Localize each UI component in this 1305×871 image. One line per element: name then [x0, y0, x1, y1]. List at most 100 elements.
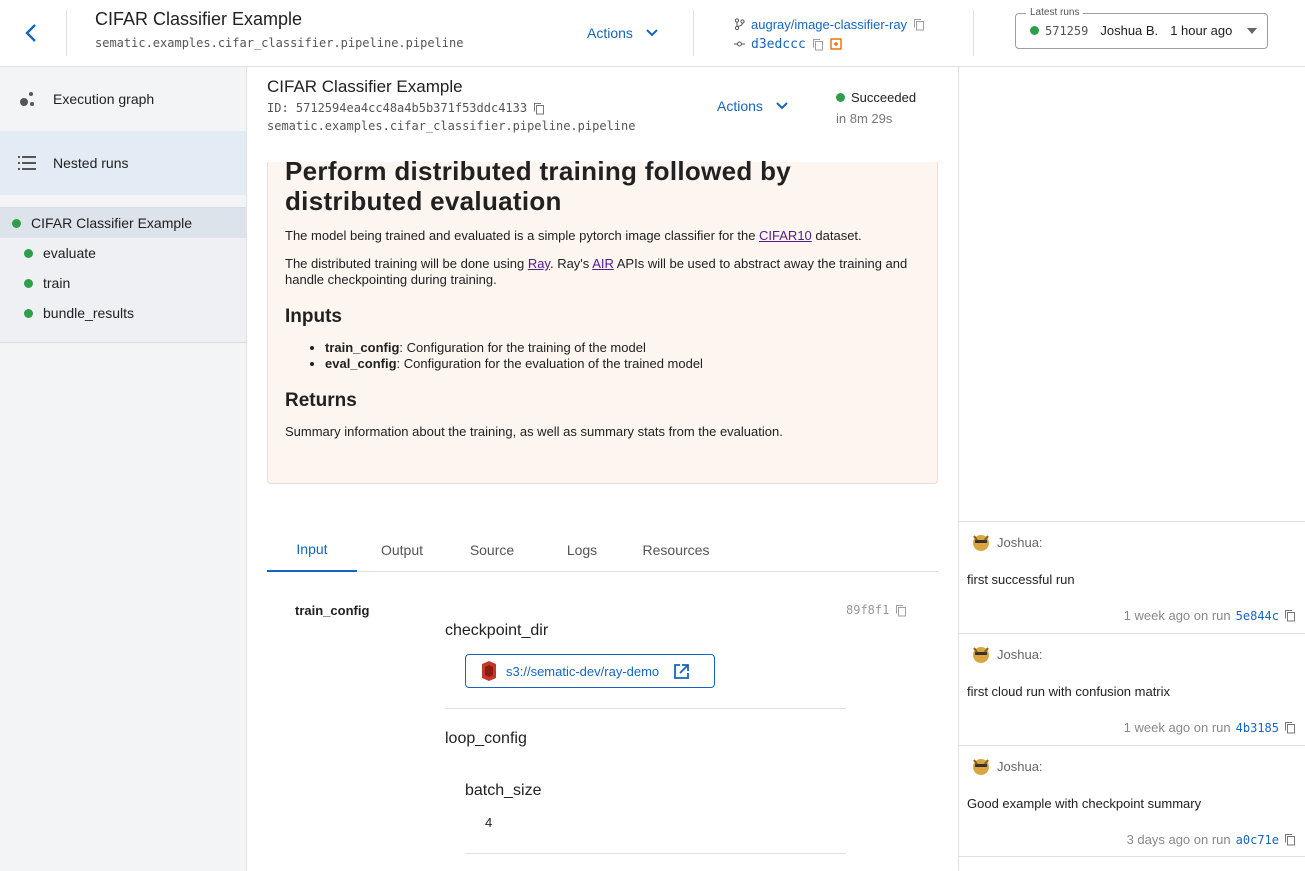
pipeline-title: CIFAR Classifier Example: [95, 9, 303, 29]
note-user: Joshua:: [997, 646, 1043, 662]
note-user: Joshua:: [997, 534, 1043, 550]
note-item: Joshua: first cloud run with confusion m…: [959, 633, 1305, 745]
returns-text: Summary information about the training, …: [285, 424, 783, 439]
air-link[interactable]: AIR: [592, 256, 614, 271]
run-id: ID: 5712594ea4cc48a4b5b371f53ddc4133: [267, 101, 635, 115]
tree-item-label: bundle_results: [43, 305, 135, 321]
divider: [693, 10, 694, 56]
note-time: 1 week ago on run: [1123, 720, 1231, 735]
tree-item-label: train: [43, 275, 71, 291]
list-icon: [0, 156, 53, 170]
success-status-icon: [24, 278, 33, 288]
returns-heading: Returns: [285, 390, 357, 411]
note-meta: 3 days ago on run a0c71e: [1127, 832, 1296, 847]
back-arrow-icon[interactable]: [18, 20, 44, 46]
input-hash: 89f8f1: [846, 603, 907, 617]
success-status-icon: [1030, 26, 1039, 35]
note-user: Joshua:: [997, 758, 1043, 774]
docstring-paragraph: The distributed training will be done us…: [285, 256, 920, 288]
top-header: CIFAR Classifier Example sematic.example…: [0, 0, 1305, 67]
divider: [465, 853, 846, 854]
git-commit-icon: [734, 39, 745, 49]
repo-link[interactable]: augray/image-classifier-ray: [751, 17, 907, 32]
tab-input[interactable]: Input: [267, 528, 357, 572]
note-run-link[interactable]: a0c71e: [1236, 833, 1279, 847]
ray-link[interactable]: Ray: [528, 256, 550, 271]
tab-logs[interactable]: Logs: [537, 528, 627, 572]
run-tabs: Input Output Source Logs Resources: [267, 528, 938, 572]
divider: [66, 10, 67, 56]
commit-link[interactable]: d3edccc: [751, 37, 806, 52]
header-actions-button[interactable]: Actions: [587, 25, 659, 41]
status-label: Succeeded: [851, 90, 917, 105]
docstring-paragraph: The model being trained and evaluated is…: [285, 228, 920, 244]
tree-item-root[interactable]: CIFAR Classifier Example: [0, 208, 246, 238]
dropdown-arrow-icon: [1247, 28, 1257, 34]
run-function-path: sematic.examples.cifar_classifier.pipeli…: [267, 119, 636, 133]
input-name: eval_config: [325, 356, 397, 371]
copy-icon[interactable]: [1284, 721, 1296, 734]
tree-item-train[interactable]: train: [24, 268, 70, 298]
chevron-down-icon: [775, 101, 789, 111]
note-run-link[interactable]: 4b3185: [1236, 721, 1279, 735]
run-header: CIFAR Classifier Example ID: 5712594ea4c…: [267, 77, 635, 133]
notes-panel: Joshua: first successful run 1 week ago …: [958, 67, 1305, 871]
inputs-list: train_config: Configuration for the trai…: [285, 340, 920, 372]
avatar: [971, 532, 991, 552]
tree-item-bundle-results[interactable]: bundle_results: [24, 298, 134, 328]
s3-location-link[interactable]: s3://sematic-dev/ray-demo: [465, 654, 715, 688]
copy-icon[interactable]: [1284, 609, 1296, 622]
checkpoint-dir-label: checkpoint_dir: [445, 622, 549, 639]
note-run-link[interactable]: 5e844c: [1236, 609, 1279, 623]
latest-run-id: 571259: [1045, 23, 1089, 38]
copy-icon[interactable]: [895, 604, 907, 617]
tree-item-label: evaluate: [43, 245, 96, 261]
sidebar-item-execution-graph[interactable]: Execution graph: [0, 67, 246, 131]
pipeline-path: sematic.examples.cifar_classifier.pipeli…: [95, 36, 464, 50]
batch-size-label: batch_size: [465, 782, 542, 799]
note-item: Joshua: Good example with checkpoint sum…: [959, 745, 1305, 857]
tab-resources[interactable]: Resources: [627, 528, 725, 572]
sidebar-item-nested-runs[interactable]: Nested runs: [0, 131, 246, 195]
git-info: augray/image-classifier-ray d3edccc: [734, 14, 925, 54]
tab-source[interactable]: Source: [447, 528, 537, 572]
actions-label: Actions: [717, 98, 763, 114]
copy-icon[interactable]: [913, 18, 925, 31]
success-status-icon: [24, 308, 33, 318]
latest-runs-select[interactable]: Latest runs 571259 Joshua B. 1 hour ago: [1015, 7, 1268, 49]
run-id-text: ID: 5712594ea4cc48a4b5b371f53ddc4133: [267, 101, 528, 115]
run-actions-button[interactable]: Actions: [717, 98, 789, 114]
copy-icon[interactable]: [533, 102, 545, 115]
note-text: first cloud run with confusion matrix: [967, 684, 1171, 699]
chevron-down-icon: [645, 28, 659, 38]
sidebar-item-label: Nested runs: [53, 155, 129, 171]
note-author: Joshua:: [971, 756, 1043, 776]
copy-icon[interactable]: [812, 38, 824, 51]
s3-bucket-icon: [480, 661, 498, 681]
list-item: train_config: Configuration for the trai…: [325, 340, 920, 356]
divider: [973, 10, 974, 56]
latest-runs-label: Latest runs: [1026, 7, 1084, 18]
latest-run-time: 1 hour ago: [1170, 23, 1233, 38]
note-author: Joshua:: [971, 644, 1043, 664]
input-name: train_config: [325, 340, 400, 355]
docstring-heading: Perform distributed training followed by…: [285, 156, 792, 216]
sidebar-item-label: Execution graph: [53, 91, 155, 107]
git-branch-icon: [734, 18, 745, 30]
run-main-panel: CIFAR Classifier Example ID: 5712594ea4c…: [247, 67, 958, 871]
sidebar: Execution graph Nested runs CIFAR Classi…: [0, 67, 247, 871]
input-param-name: train_config: [295, 603, 370, 618]
note-author: Joshua:: [971, 532, 1043, 552]
actions-label: Actions: [587, 25, 633, 41]
avatar: [971, 756, 991, 776]
input-desc: : Configuration for the evaluation of th…: [396, 356, 703, 371]
tab-output[interactable]: Output: [357, 528, 447, 572]
cifar10-link[interactable]: CIFAR10: [759, 228, 812, 243]
copy-icon[interactable]: [1284, 833, 1296, 846]
avatar: [971, 644, 991, 664]
input-desc: : Configuration for the training of the …: [399, 340, 646, 355]
tree-item-evaluate[interactable]: evaluate: [24, 238, 96, 268]
note-item: Joshua: first successful run 1 week ago …: [959, 521, 1305, 633]
note-meta: 1 week ago on run 5e844c: [1124, 608, 1296, 623]
open-external-icon: [673, 663, 690, 680]
